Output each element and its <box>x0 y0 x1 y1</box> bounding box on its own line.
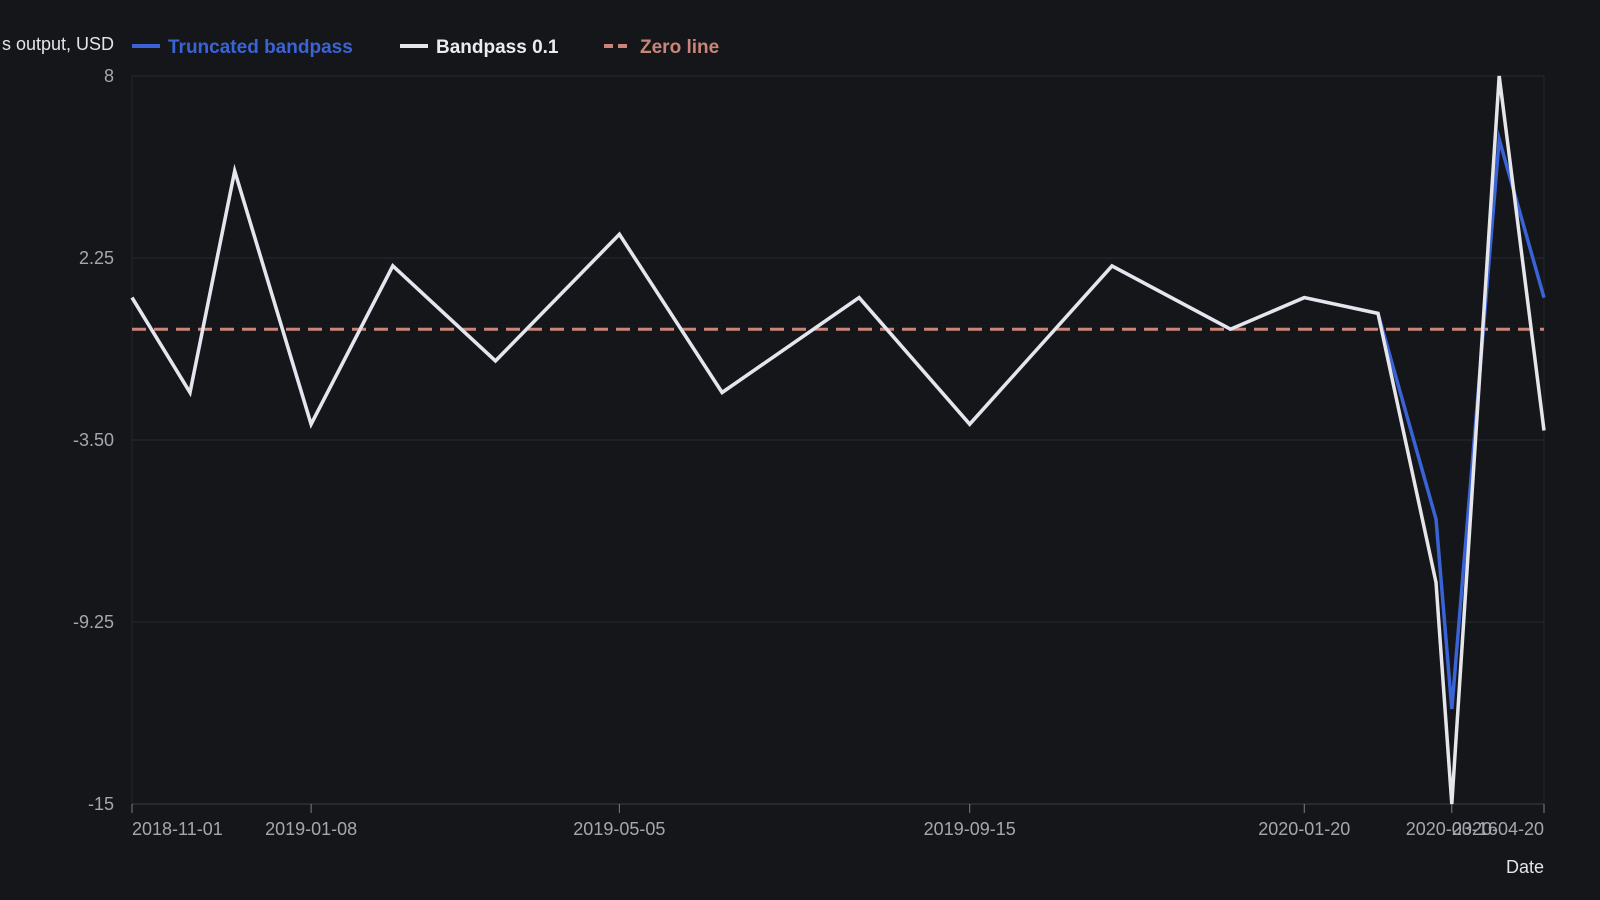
x-tick-label: 2020-01-20 <box>1258 819 1350 839</box>
chart-background <box>0 0 1600 900</box>
x-tick-label: 2018-11-01 <box>132 819 223 839</box>
y-axis-label: s output, USD <box>2 34 114 54</box>
x-axis-label: Date <box>1506 857 1544 877</box>
legend-label: Zero line <box>640 37 719 58</box>
x-tick-label: 2019-05-05 <box>573 819 665 839</box>
x-tick-label: 2019-01-08 <box>265 819 357 839</box>
x-tick-label: 2019-09-15 <box>924 819 1016 839</box>
legend-label: Truncated bandpass <box>168 37 353 58</box>
y-tick-label: -9.25 <box>73 612 114 632</box>
legend-label: Bandpass 0.1 <box>436 37 559 58</box>
line-chart: s output, USD Truncated bandpass Bandpass… <box>0 0 1600 900</box>
x-tick-label: 2020-04-20 <box>1452 819 1544 839</box>
y-tick-label: 2.25 <box>79 248 114 268</box>
y-tick-label: -15 <box>88 794 114 814</box>
y-tick-label: -3.50 <box>73 430 114 450</box>
y-tick-label: 8 <box>104 66 114 86</box>
